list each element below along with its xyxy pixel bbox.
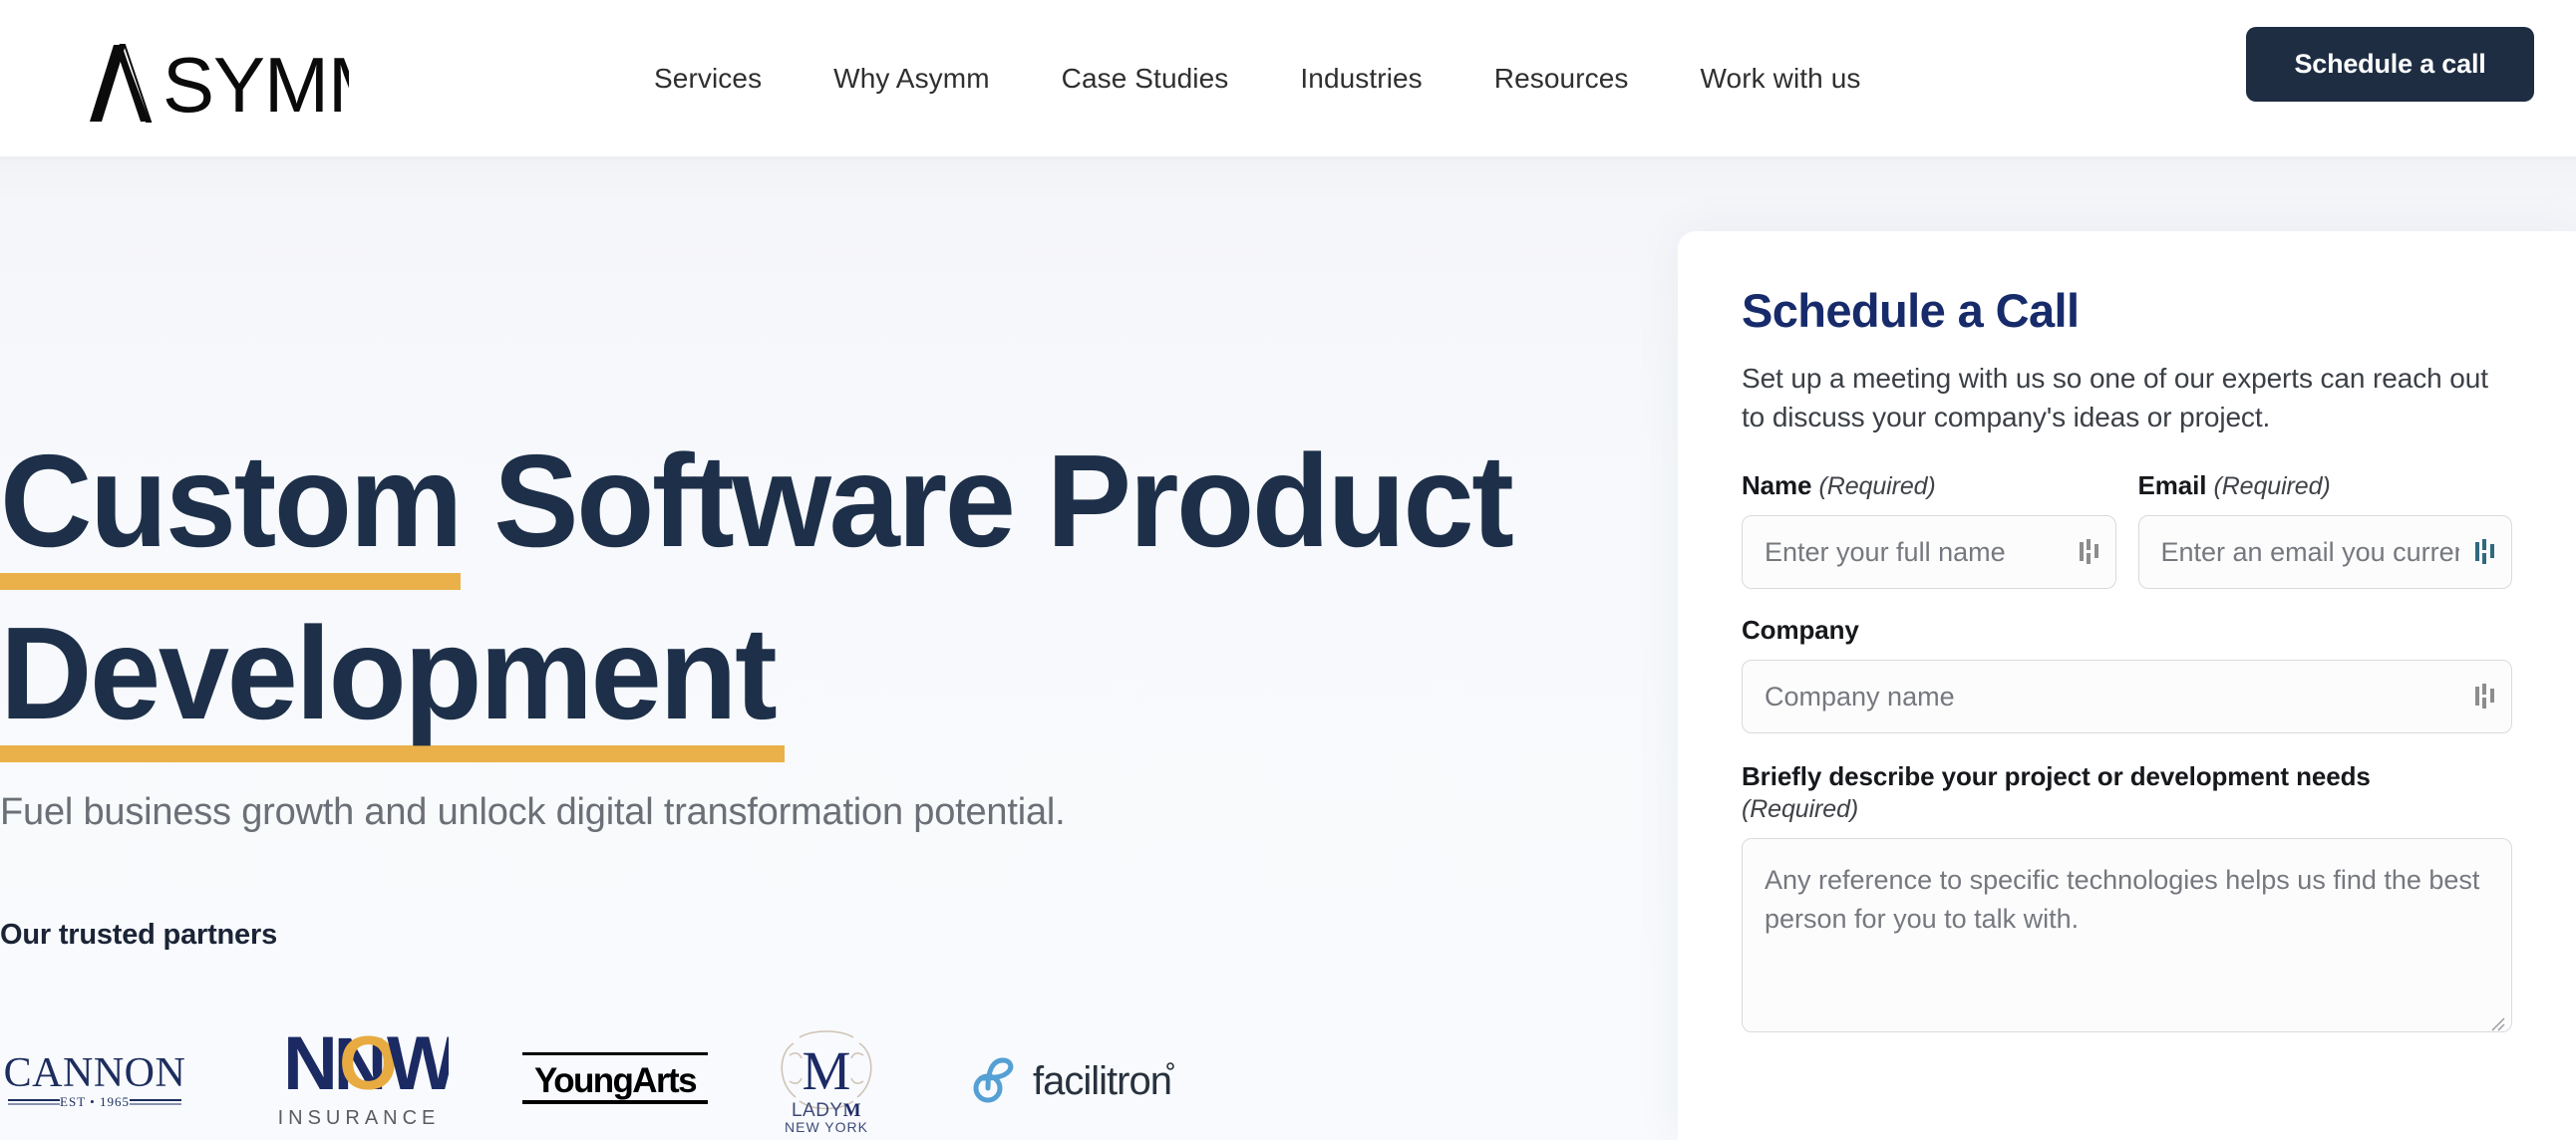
nav-item-work-with-us[interactable]: Work with us	[1665, 63, 1897, 95]
page-root: SYMM Services Why Asymm Case Studies Ind…	[0, 0, 2576, 1140]
headline-text-2: Development	[0, 600, 778, 746]
name-email-row: Name (Required) Email (Required)	[1742, 470, 2513, 590]
partner-logo-lady-m: M LADYM NEW YORK	[772, 1008, 881, 1140]
project-required-text: (Required)	[1742, 795, 1859, 824]
site-header: SYMM Services Why Asymm Case Studies Ind…	[0, 0, 2576, 156]
partner-logo-cannon: CANNON EST • 1965	[0, 1008, 189, 1140]
svg-text:W: W	[387, 1021, 449, 1106]
name-input-wrap	[1742, 515, 2116, 590]
nav-item-why-asymm[interactable]: Why Asymm	[798, 63, 1025, 95]
email-input[interactable]	[2137, 515, 2512, 590]
company-field-group: Company	[1742, 615, 2512, 734]
lady-m-logo: M LADYM NEW YORK	[781, 1029, 872, 1135]
form-description: Set up a meeting with us so one of our e…	[1742, 363, 2488, 432]
asymm-logo[interactable]: SYMM	[55, 30, 349, 125]
asymm-logo-mark: SYMM	[90, 41, 349, 125]
email-label: Email (Required)	[2138, 470, 2513, 501]
svg-text:YoungArts: YoungArts	[534, 1061, 697, 1100]
partner-logo-facilitron: facilitron	[971, 1008, 1185, 1140]
trusted-partners-heading: Our trusted partners	[0, 919, 277, 951]
project-label-text: Briefly describe your project or develop…	[1742, 761, 2371, 792]
cannon-logo: CANNON EST • 1965	[4, 1050, 186, 1109]
project-textarea-wrap	[1742, 838, 2512, 1037]
schedule-call-form-card: Schedule a Call Set up a meeting with us…	[1678, 231, 2576, 1140]
name-input[interactable]	[1742, 515, 2116, 590]
svg-text:CANNON: CANNON	[4, 1050, 186, 1096]
hero-content-left: Custom Software Product Development Fuel…	[0, 156, 1675, 1140]
company-input[interactable]	[1742, 660, 2512, 734]
asymm-logo-wordmark: SYMM	[162, 41, 349, 125]
nav-item-services[interactable]: Services	[618, 63, 798, 95]
nav-item-resources[interactable]: Resources	[1458, 63, 1665, 95]
svg-text:INSURANCE: INSURANCE	[278, 1107, 441, 1129]
svg-text:facilitron: facilitron	[1033, 1059, 1171, 1103]
svg-text:M: M	[803, 1040, 851, 1101]
email-label-text: Email	[2137, 470, 2207, 501]
nav-item-industries[interactable]: Industries	[1264, 63, 1457, 95]
partner-logo-youngarts: YoungArts	[520, 1008, 710, 1140]
main-navigation: Services Why Asymm Case Studies Industri…	[618, 0, 1896, 156]
project-label: Briefly describe your project or develop…	[1742, 761, 2512, 824]
email-field-group: Email (Required)	[2137, 470, 2513, 590]
email-input-wrap	[2137, 515, 2512, 590]
name-required-text: (Required)	[1818, 472, 1936, 501]
svg-text:N: N	[283, 1021, 334, 1106]
nav-item-case-studies[interactable]: Case Studies	[1026, 63, 1265, 95]
schedule-a-call-button[interactable]: Schedule a call	[2246, 27, 2534, 102]
facilitron-logo: facilitron	[973, 1057, 1174, 1103]
svg-text:NEW YORK: NEW YORK	[785, 1119, 868, 1135]
headline-text-1: Custom Software Product	[0, 428, 1514, 574]
name-label-text: Name	[1742, 470, 1812, 501]
youngarts-logo: YoungArts	[522, 1052, 708, 1104]
headline-line-1: Custom Software Product	[0, 435, 1558, 590]
name-label: Name (Required)	[1742, 470, 2116, 501]
partner-logo-now-insurance: N x N O W INSURANCE	[269, 1008, 449, 1140]
svg-text:EST • 1965: EST • 1965	[60, 1094, 130, 1109]
hero-subheadline: Fuel business growth and unlock digital …	[0, 791, 1066, 833]
company-input-wrap	[1742, 660, 2512, 734]
now-insurance-logo: N x N O W INSURANCE	[278, 1021, 449, 1129]
project-field-group: Briefly describe your project or develop…	[1742, 761, 2512, 1037]
headline-underline-1	[0, 573, 461, 590]
form-title: Schedule a Call	[1742, 284, 2080, 337]
headline-underline-2	[0, 745, 785, 762]
email-required-text: (Required)	[2213, 472, 2331, 501]
company-label: Company	[1742, 615, 1859, 646]
headline-line-2: Development	[0, 608, 799, 762]
name-field-group: Name (Required)	[1742, 470, 2116, 590]
svg-text:LADYM: LADYM	[792, 1100, 861, 1121]
project-textarea[interactable]	[1742, 838, 2512, 1033]
partner-logo-row: CANNON EST • 1965 N x N O W	[0, 1003, 1236, 1140]
page-title: Custom Software Product Development	[0, 435, 1615, 780]
